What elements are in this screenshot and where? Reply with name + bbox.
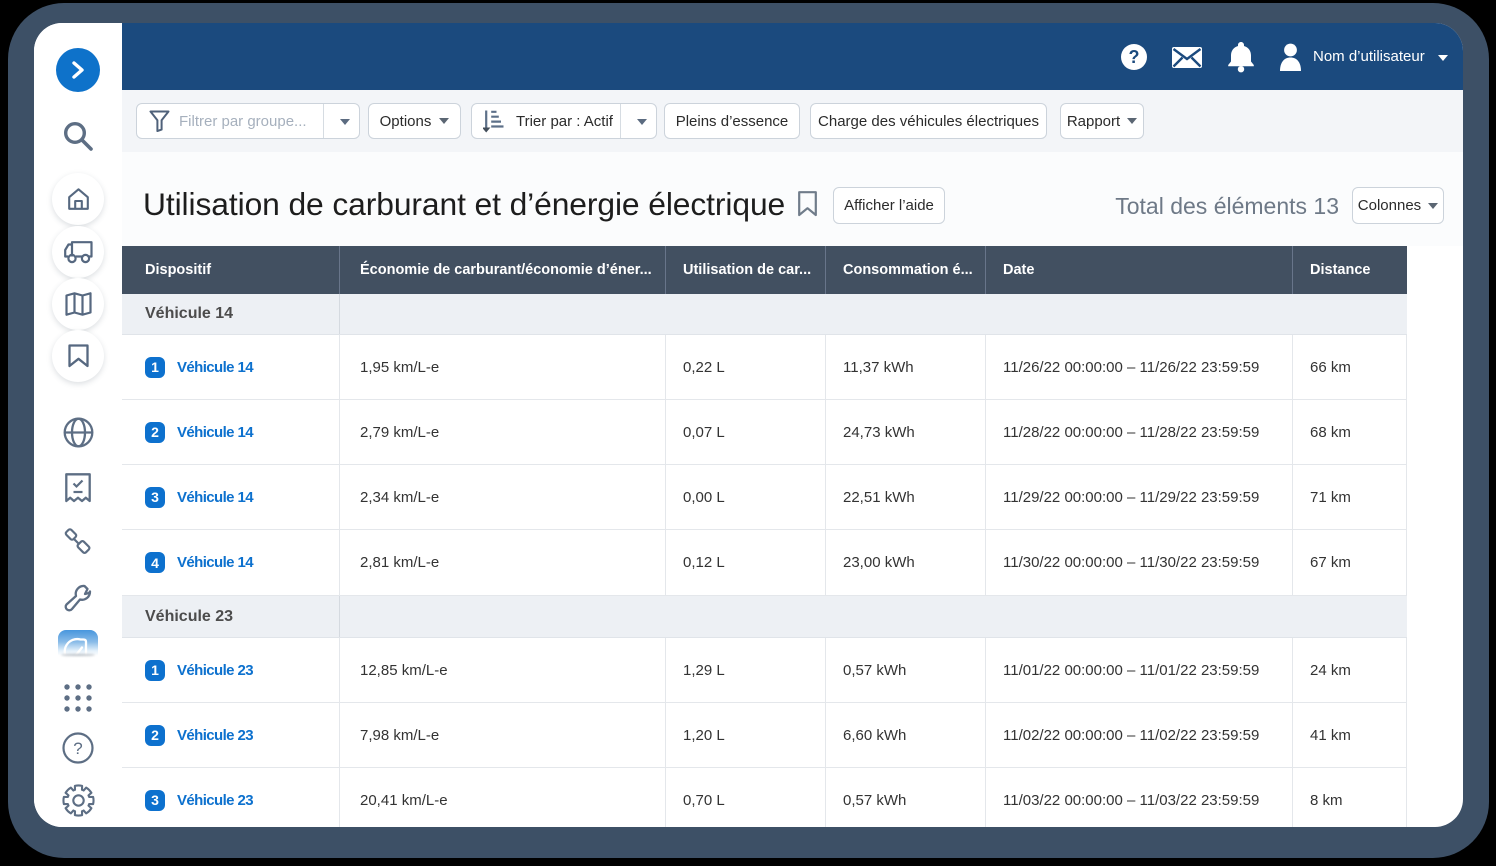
svg-text:?: ?	[73, 739, 82, 758]
